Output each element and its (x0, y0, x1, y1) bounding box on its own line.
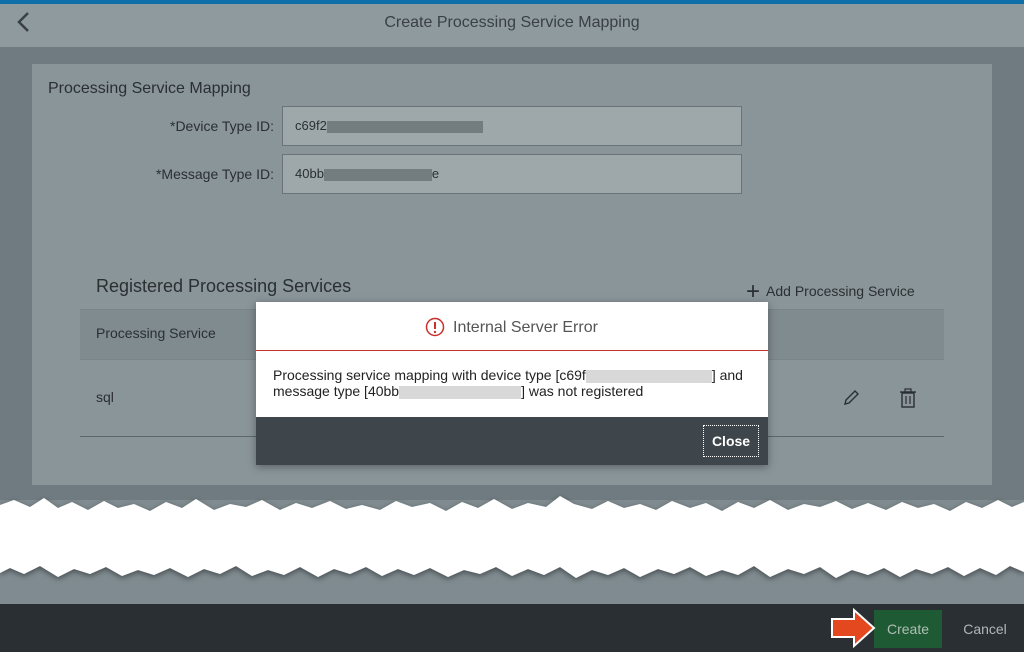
torn-paper-divider (0, 496, 1024, 578)
column-header-processing-service: Processing Service (96, 325, 216, 341)
message-type-label-text: Message Type ID: (161, 166, 274, 182)
device-type-value: c69f2 (295, 118, 327, 133)
error-icon (425, 317, 445, 337)
message-text: ] was not registered (521, 383, 644, 399)
add-button-label: Add Processing Service (766, 283, 915, 299)
dialog-header: Internal Server Error (256, 302, 768, 351)
message-text: Processing service mapping with device t… (273, 367, 586, 383)
redaction-mask (399, 385, 522, 399)
page-title: Create Processing Service Mapping (384, 14, 640, 31)
create-button[interactable]: Create (874, 610, 942, 648)
dialog-title: Internal Server Error (453, 319, 598, 336)
section-title: Processing Service Mapping (48, 80, 251, 97)
message-text: ] and (711, 367, 743, 383)
error-dialog: Internal Server Error Processing service… (256, 302, 768, 465)
message-type-value-suffix: e (431, 166, 440, 181)
cancel-button[interactable]: Cancel (952, 610, 1018, 648)
edit-icon[interactable] (840, 387, 862, 409)
message-type-value: 40bb (295, 166, 324, 181)
table-title: Registered Processing Services (96, 276, 352, 296)
dialog-message: Processing service mapping with device t… (273, 367, 758, 399)
add-processing-service-button[interactable]: + Add Processing Service (746, 275, 915, 305)
message-text: message type [40bb (273, 383, 400, 399)
processing-service-cell: sql (96, 389, 114, 405)
close-button[interactable]: Close (703, 425, 759, 457)
device-type-field[interactable]: c69f2 (282, 106, 742, 146)
plus-icon: + (746, 278, 761, 305)
arrow-pointer-icon (831, 607, 876, 649)
message-type-label: *Message Type ID: (34, 166, 274, 182)
dialog-footer: Close (256, 417, 768, 465)
redaction-mask (323, 168, 432, 181)
redaction-mask (585, 369, 712, 383)
device-type-label-text: Device Type ID: (175, 118, 274, 134)
trash-icon[interactable] (896, 386, 920, 410)
message-type-field[interactable]: 40bb e (282, 154, 742, 194)
redaction-mask (326, 120, 483, 133)
device-type-label: *Device Type ID: (34, 118, 274, 134)
